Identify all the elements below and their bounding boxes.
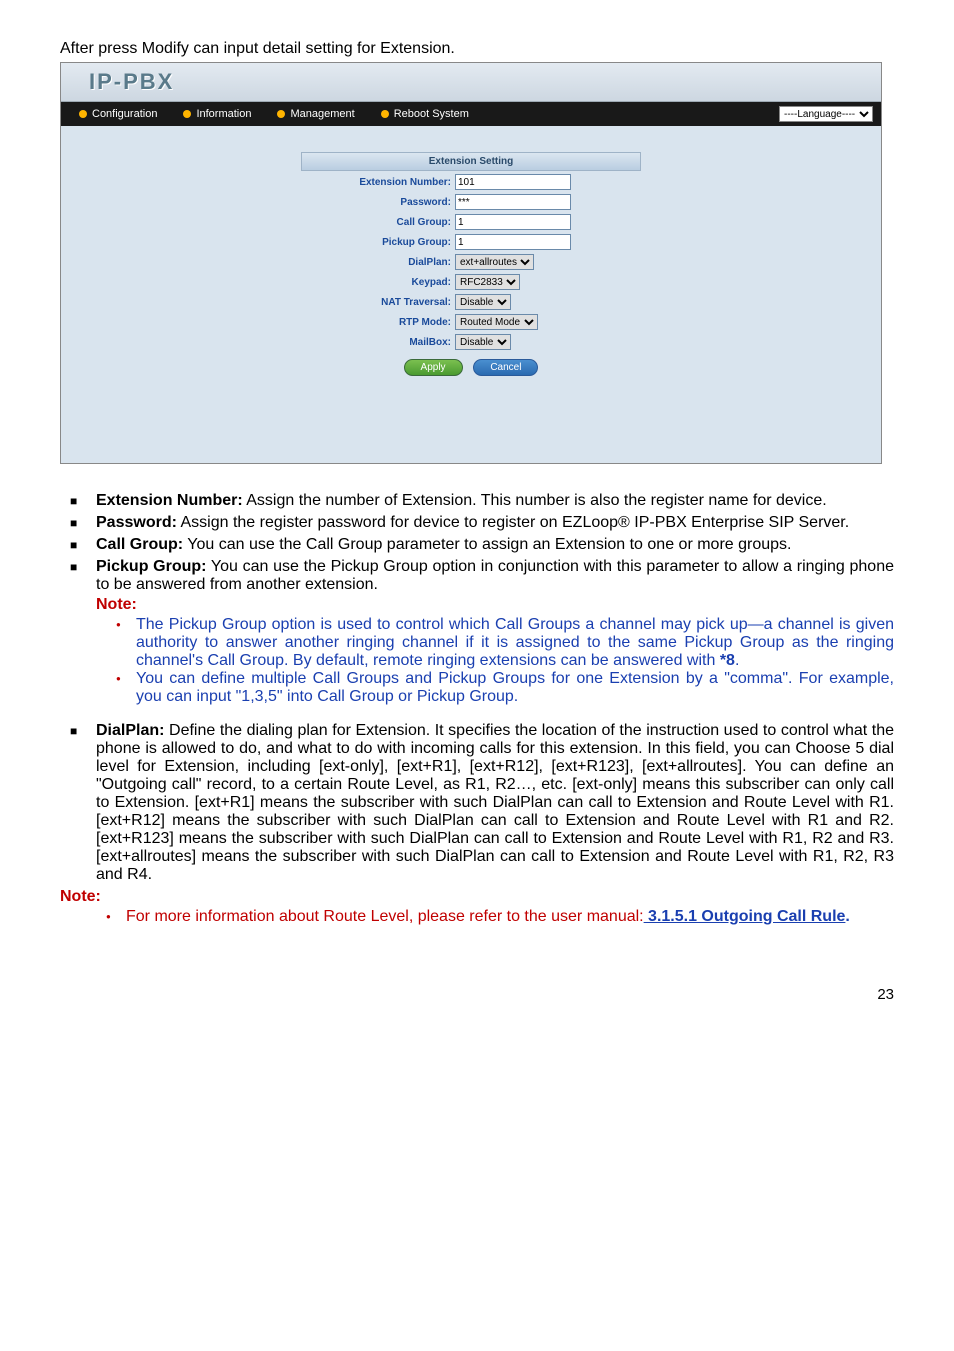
- bullet-icon: [79, 110, 87, 118]
- item-dialplan: DialPlan: Define the dialing plan for Ex…: [60, 722, 894, 884]
- logo-bar: IP-PBX: [61, 63, 881, 102]
- input-password[interactable]: [455, 194, 571, 210]
- form-header: Extension Setting: [301, 152, 641, 171]
- menu-bar: Configuration Information Management Reb…: [61, 102, 881, 126]
- input-call-group[interactable]: [455, 214, 571, 230]
- menu-management[interactable]: Management: [267, 108, 364, 120]
- select-keypad[interactable]: RFC2833: [455, 274, 520, 290]
- menu-information[interactable]: Information: [173, 108, 261, 120]
- menu-label: Management: [290, 108, 354, 120]
- pickup-group-notes: The Pickup Group option is used to contr…: [96, 616, 894, 706]
- note-text: For more information about Route Level, …: [126, 908, 644, 925]
- app-screenshot: IP-PBX Configuration Information Managem…: [60, 62, 882, 464]
- item-password: Password: Assign the register password f…: [60, 514, 894, 532]
- feature-list: Extension Number: Assign the number of E…: [60, 492, 894, 706]
- label-rtp-mode: RTP Mode:: [301, 317, 455, 328]
- language-select[interactable]: ----Language----: [779, 106, 873, 122]
- note-pickup-1: The Pickup Group option is used to contr…: [116, 616, 894, 670]
- page-number: 23: [60, 986, 894, 1003]
- item-pickup-group: Pickup Group: You can use the Pickup Gro…: [60, 558, 894, 706]
- note-pickup-2: You can define multiple Call Groups and …: [116, 670, 894, 706]
- bullet-icon: [183, 110, 191, 118]
- app-logo: IP-PBX: [61, 69, 174, 95]
- extension-form: Extension Setting Extension Number: Pass…: [301, 152, 641, 376]
- bullet-icon: [381, 110, 389, 118]
- select-mailbox[interactable]: Disable: [455, 334, 511, 350]
- label-password: Password:: [301, 197, 455, 208]
- input-pickup-group[interactable]: [455, 234, 571, 250]
- apply-button[interactable]: Apply: [404, 359, 463, 376]
- label-dialplan: DialPlan:: [301, 257, 455, 268]
- select-nat-traversal[interactable]: Disable: [455, 294, 511, 310]
- label-nat-traversal: NAT Traversal:: [301, 297, 455, 308]
- note-label-footer: Note:: [60, 888, 101, 905]
- label-mailbox: MailBox:: [301, 337, 455, 348]
- menu-label: Configuration: [92, 108, 157, 120]
- input-extension-number[interactable]: [455, 174, 571, 190]
- manual-link[interactable]: 3.1.5.1 Outgoing Call Rule: [644, 908, 846, 925]
- footer-notes: For more information about Route Level, …: [60, 908, 894, 926]
- item-call-group: Call Group: You can use the Call Group p…: [60, 536, 894, 554]
- note-route-level: For more information about Route Level, …: [106, 908, 894, 926]
- select-dialplan[interactable]: ext+allroutes: [455, 254, 534, 270]
- intro-text: After press Modify can input detail sett…: [60, 40, 894, 58]
- label-pickup-group: Pickup Group:: [301, 237, 455, 248]
- label-call-group: Call Group:: [301, 217, 455, 228]
- bullet-icon: [277, 110, 285, 118]
- cancel-button[interactable]: Cancel: [473, 359, 538, 376]
- menu-reboot-system[interactable]: Reboot System: [371, 108, 479, 120]
- note-label: Note:: [96, 596, 137, 613]
- menu-label: Information: [196, 108, 251, 120]
- select-rtp-mode[interactable]: Routed Mode: [455, 314, 538, 330]
- item-extension-number: Extension Number: Assign the number of E…: [60, 492, 894, 510]
- label-keypad: Keypad:: [301, 277, 455, 288]
- menu-configuration[interactable]: Configuration: [69, 108, 167, 120]
- feature-list-2: DialPlan: Define the dialing plan for Ex…: [60, 722, 894, 884]
- label-extension-number: Extension Number:: [301, 177, 455, 188]
- menu-label: Reboot System: [394, 108, 469, 120]
